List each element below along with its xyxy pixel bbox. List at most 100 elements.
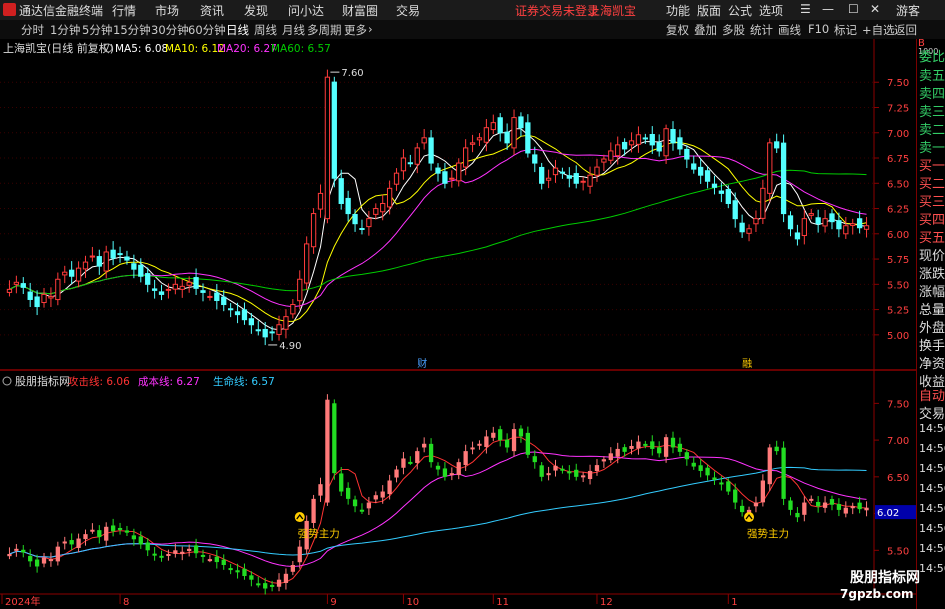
panel-item-3[interactable]: 卖三	[919, 101, 945, 120]
candle-body	[338, 178, 344, 204]
candle-body	[711, 183, 718, 188]
indicator-candle	[387, 474, 392, 500]
candle-body	[532, 154, 538, 164]
date-tick-label: 8	[123, 597, 129, 608]
candle-body	[380, 202, 386, 213]
period-5min[interactable]: 5分钟	[82, 22, 112, 38]
menu-options[interactable]: 选项	[759, 2, 783, 19]
candle-body	[794, 232, 801, 240]
panel-item-14[interactable]: 总量	[919, 299, 945, 318]
menu-layout[interactable]: 版面	[697, 2, 721, 19]
panel-item-2[interactable]: 卖四	[919, 83, 945, 102]
menu-ask[interactable]: 问小达	[288, 2, 324, 19]
candle	[48, 287, 54, 308]
toolbar-stats[interactable]: 统计	[750, 22, 773, 38]
candle-body	[698, 166, 704, 176]
menu-market-quote[interactable]: 行情	[112, 2, 136, 19]
panel-item-11[interactable]: 现价	[919, 245, 945, 264]
candle	[628, 132, 635, 153]
trade-login-notice[interactable]: 证券交易未登录	[515, 2, 599, 19]
period-more[interactable]: 更多	[344, 22, 367, 38]
indicator-body	[615, 448, 620, 457]
candle	[511, 109, 517, 156]
period-intraday[interactable]: 分时	[21, 22, 44, 38]
minimize-icon[interactable]: —	[822, 2, 834, 16]
menu-market[interactable]: 市场	[155, 2, 179, 19]
candle	[428, 130, 434, 171]
candle-body	[55, 278, 61, 301]
toolbar-overlay[interactable]: 叠加	[694, 22, 717, 38]
candle-body	[207, 295, 213, 298]
toolbar-add-watch[interactable]: +自选	[862, 22, 895, 38]
candle	[435, 163, 441, 182]
ma-lines	[9, 128, 867, 331]
period-daily[interactable]: 日线	[226, 22, 249, 38]
indicator-body	[836, 504, 842, 510]
toolbar-draw[interactable]: 画线	[778, 22, 801, 38]
panel-item-9[interactable]: 买四	[919, 209, 945, 228]
high-label: 7.60	[341, 68, 363, 79]
panel-item-12[interactable]: 涨跌	[919, 263, 945, 282]
maximize-icon[interactable]: ☐	[848, 2, 859, 16]
close-icon[interactable]: ✕	[870, 2, 880, 16]
menu-discover[interactable]: 发现	[244, 2, 268, 19]
panel-item-16[interactable]: 换手	[919, 335, 945, 354]
panel-item-6[interactable]: 买一	[919, 155, 945, 174]
period-60min[interactable]: 60分钟	[188, 22, 226, 38]
indicator-candle	[290, 560, 295, 576]
menu-icon[interactable]: ☰	[800, 2, 811, 16]
candle	[276, 315, 282, 341]
toolbar-mark[interactable]: 标记	[834, 22, 857, 38]
indicator-candle	[401, 452, 406, 475]
panel-item-10[interactable]: 买五	[919, 227, 945, 246]
panel-item-15[interactable]: 外盘	[919, 317, 945, 336]
menu-function[interactable]: 功能	[666, 2, 690, 19]
indicator-candle	[373, 491, 378, 504]
panel-item-4[interactable]: 卖二	[919, 119, 945, 138]
indicator-body	[788, 500, 793, 510]
indicator-body	[325, 399, 330, 503]
indicator-candles	[7, 394, 869, 595]
candle-body	[490, 122, 496, 131]
candle	[463, 139, 469, 176]
toolbar-adjust[interactable]: 复权	[666, 22, 689, 38]
period-weekly[interactable]: 周线	[254, 22, 277, 38]
toolbar-f10[interactable]: F10	[808, 22, 829, 36]
indicator-tick-label: 7.00	[887, 436, 909, 447]
panel-item-5[interactable]: 卖一	[919, 137, 945, 156]
menu-wealth-circle[interactable]: 财富圈	[342, 2, 378, 19]
indicator-body	[560, 468, 565, 471]
indicator-body	[691, 462, 696, 467]
panel-item-0[interactable]: 委比	[919, 46, 945, 65]
candle	[566, 167, 572, 188]
period-monthly[interactable]: 月线	[282, 22, 305, 38]
period-30min[interactable]: 30分钟	[151, 22, 189, 38]
menu-trade[interactable]: 交易	[396, 2, 420, 19]
period-1min[interactable]: 1分钟	[50, 22, 80, 38]
panel-item-13[interactable]: 涨幅	[919, 281, 945, 300]
menu-news[interactable]: 资讯	[200, 2, 224, 19]
kline-chart[interactable]: 7.50 7.25 7.00 6.75 6.50 6.25 6.00 5.75 5.50 5.25…	[0, 0, 945, 609]
candle	[359, 219, 365, 235]
candle-body	[262, 328, 268, 338]
panel-item-7[interactable]: 买二	[919, 173, 945, 192]
panel-item-8[interactable]: 买三	[919, 191, 945, 210]
panel-item-1[interactable]: 卖五	[919, 65, 945, 84]
candle-body	[850, 223, 856, 226]
toolbar-multi-stock[interactable]: 多股	[722, 22, 745, 38]
indicator-candle	[90, 523, 95, 534]
menu-formula[interactable]: 公式	[728, 2, 752, 19]
guest-label[interactable]: 游客	[896, 2, 920, 19]
panel-bottom-tab-1[interactable]: 交易	[919, 403, 945, 422]
period-15min[interactable]: 15分钟	[113, 22, 151, 38]
candle	[539, 162, 545, 190]
period-multi[interactable]: 多周期	[307, 22, 342, 38]
panel-item-17[interactable]: 净资	[919, 353, 945, 372]
candle	[207, 290, 213, 301]
panel-bottom-tab-0[interactable]: 自动	[919, 385, 945, 404]
candle-body	[366, 218, 372, 228]
candle-body	[587, 174, 593, 187]
date-tick-label: 2024年	[5, 595, 40, 608]
chevron-right-icon[interactable]: ›	[368, 22, 373, 36]
toolbar-back[interactable]: 返回	[894, 22, 917, 38]
